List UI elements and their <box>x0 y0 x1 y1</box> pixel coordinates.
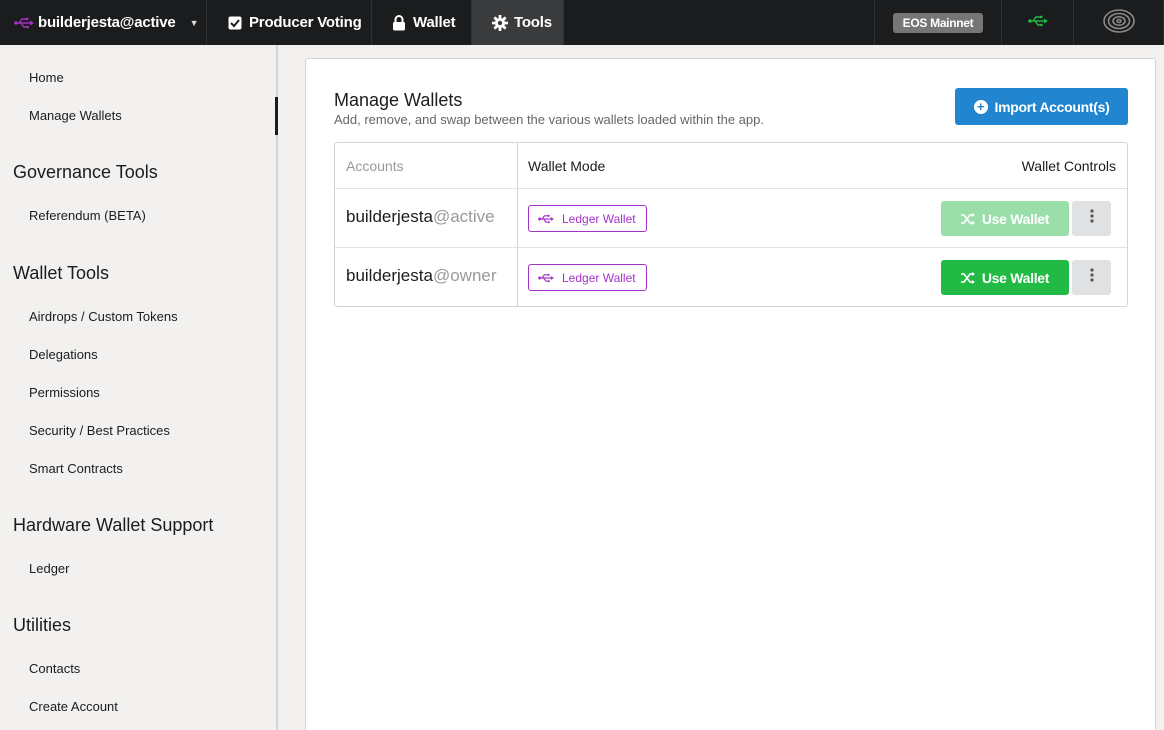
page-subtitle: Add, remove, and swap between the variou… <box>334 112 764 127</box>
ledger-wallet-tag[interactable]: Ledger Wallet <box>528 264 647 291</box>
sidebar-item-security[interactable]: Security / Best Practices <box>29 421 269 441</box>
sidebar-item-contacts[interactable]: Contacts <box>29 659 269 679</box>
use-wallet-label: Use Wallet <box>981 269 1050 286</box>
sidebar: Home Manage Wallets Governance Tools Ref… <box>0 45 278 730</box>
wallet-mode-label: Ledger Wallet <box>562 270 636 285</box>
sidebar-item-referendum[interactable]: Referendum (BETA) <box>29 206 269 226</box>
tab-label: Tools <box>514 14 552 31</box>
active-indicator <box>275 97 278 135</box>
account-permission: @owner <box>432 266 497 285</box>
gear-icon <box>490 14 510 31</box>
ledger-wallet-tag[interactable]: Ledger Wallet <box>528 205 647 232</box>
network-badge: EOS Mainnet <box>892 12 984 33</box>
use-wallet-button[interactable]: Use Wallet <box>941 201 1069 236</box>
import-button-label: Import Account(s) <box>994 98 1110 115</box>
table-header: Accounts Wallet Mode Wallet Controls <box>335 143 1127 189</box>
usb-icon <box>538 214 554 224</box>
wallets-table: Accounts Wallet Mode Wallet Controls bui… <box>334 142 1128 307</box>
vertical-ellipsis-icon <box>1089 209 1094 228</box>
sidebar-item-smart-contracts[interactable]: Smart Contracts <box>29 459 269 479</box>
tab-wallet[interactable]: Wallet <box>372 0 472 45</box>
tab-tools[interactable]: Tools <box>472 0 564 45</box>
caret-down-icon: ▼ <box>189 17 199 28</box>
tab-producer-voting[interactable]: Producer Voting <box>207 0 372 45</box>
network-selector[interactable]: EOS Mainnet <box>874 0 1002 45</box>
manage-wallets-panel: Manage Wallets Add, remove, and swap bet… <box>305 58 1156 730</box>
sidebar-header-governance: Governance Tools <box>13 162 158 182</box>
shuffle-icon <box>960 212 975 225</box>
top-menu-bar: builderjesta@active ▼ Producer Voting Wa… <box>0 0 1164 45</box>
app-logo[interactable] <box>1074 0 1164 45</box>
sidebar-item-ledger[interactable]: Ledger <box>29 559 269 579</box>
sidebar-item-delegations[interactable]: Delegations <box>29 345 269 365</box>
sidebar-header-wallet-tools: Wallet Tools <box>13 263 110 283</box>
account-cell: builderjesta@active <box>346 207 495 227</box>
header-wallet-controls: Wallet Controls <box>1021 158 1116 174</box>
account-name: builderjesta <box>346 266 433 285</box>
usb-icon <box>14 17 34 29</box>
header-accounts: Accounts <box>346 158 404 174</box>
hardware-status[interactable] <box>1002 0 1074 45</box>
shuffle-icon <box>960 271 975 284</box>
usb-icon <box>1027 14 1048 31</box>
sidebar-header-utilities: Utilities <box>13 615 72 635</box>
spiral-logo-icon <box>1102 8 1136 38</box>
wallet-mode-label: Ledger Wallet <box>562 211 636 226</box>
header-wallet-mode: Wallet Mode <box>528 158 606 174</box>
account-name: builderjesta@active <box>38 14 176 31</box>
sidebar-item-create-account[interactable]: Create Account <box>29 697 269 717</box>
plus-circle-icon: + <box>973 99 988 114</box>
account-name: builderjesta <box>346 207 433 226</box>
lock-icon <box>389 14 409 31</box>
sidebar-header-hardware: Hardware Wallet Support <box>13 515 214 535</box>
table-row: builderjesta@owner Ledger Wallet Use Wal… <box>335 248 1127 306</box>
account-permission: @active <box>432 207 495 226</box>
account-cell: builderjesta@owner <box>346 266 497 286</box>
sidebar-item-home[interactable]: Home <box>29 68 269 88</box>
use-wallet-button[interactable]: Use Wallet <box>941 260 1069 295</box>
tab-label: Wallet <box>413 14 456 31</box>
sidebar-item-airdrops[interactable]: Airdrops / Custom Tokens <box>29 307 269 327</box>
page-title: Manage Wallets <box>334 90 463 110</box>
sidebar-item-manage-wallets[interactable]: Manage Wallets <box>29 106 269 126</box>
sidebar-item-permissions[interactable]: Permissions <box>29 383 269 403</box>
table-row: builderjesta@active Ledger Wallet Use Wa… <box>335 189 1127 248</box>
more-options-button[interactable] <box>1072 201 1111 236</box>
more-options-button[interactable] <box>1072 260 1111 295</box>
use-wallet-label: Use Wallet <box>981 210 1050 227</box>
vertical-ellipsis-icon <box>1089 268 1094 287</box>
usb-icon <box>538 273 554 283</box>
tab-label: Producer Voting <box>249 14 362 31</box>
checkbox-icon <box>225 16 245 30</box>
import-account-button[interactable]: + Import Account(s) <box>955 88 1128 125</box>
account-dropdown[interactable]: builderjesta@active ▼ <box>0 0 207 45</box>
